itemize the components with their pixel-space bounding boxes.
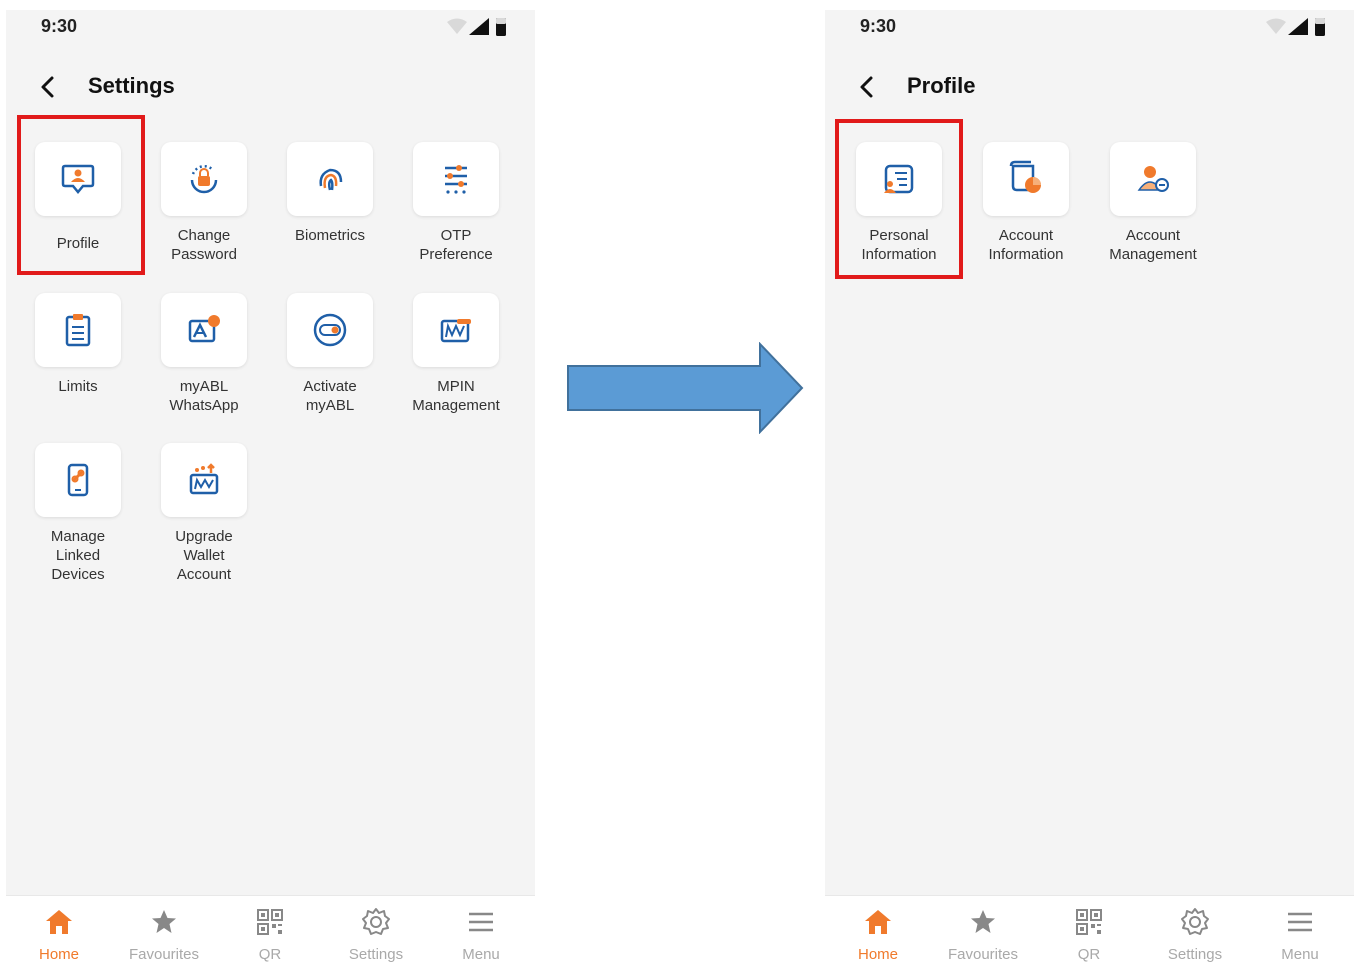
tile-label: OTP Preference [419,227,493,263]
tile-label: Profile [56,235,100,252]
profile-badge-icon [35,142,121,216]
status-time: 9:30 [860,16,897,36]
page-title: Settings [88,73,175,98]
nav-label: Home [857,946,898,963]
tile-label: Manage Linked Devices [50,528,106,583]
star-icon [971,910,995,933]
settings-screen: 9:30 Settings Profile Change Password Bi… [6,10,535,971]
qr-icon [257,909,283,935]
whatsapp-card-icon [161,293,247,367]
tile-upgrade-wallet-account[interactable]: Upgrade Wallet Account [149,443,259,584]
tile-limits[interactable]: Limits [23,293,133,396]
gear-icon [1181,908,1209,935]
toggle-icon [287,293,373,367]
tile-manage-linked-devices[interactable]: Manage Linked Devices [23,443,133,584]
nav-label: Settings [348,946,404,963]
screen-header: Profile [825,68,1354,108]
tile-label: Activate myABL [303,378,357,414]
signal-battery-icon [1264,16,1326,38]
tile-mpin-management[interactable]: MPIN Management [401,293,511,415]
tile-account-management[interactable]: Account Management [1098,142,1208,264]
nav-settings[interactable]: Settings [326,906,426,963]
nav-label: QR [1077,946,1101,963]
star-icon [152,910,176,933]
tile-label: Change Password [171,227,237,263]
user-manage-icon [1110,142,1196,216]
nav-favourites[interactable]: Favourites [114,906,214,963]
back-arrow-icon[interactable] [853,72,883,102]
hamburger-icon [1288,912,1312,932]
tile-profile[interactable]: Profile [23,142,133,253]
mpin-card-icon [413,293,499,367]
tile-label: Account Management [1109,227,1197,263]
tile-account-information[interactable]: Account Information [971,142,1081,264]
nav-favourites[interactable]: Favourites [933,906,1033,963]
linked-device-icon [35,443,121,517]
account-pie-icon [983,142,1069,216]
nav-label: Home [38,946,79,963]
signal-battery-icon [445,16,507,38]
nav-menu[interactable]: Menu [1250,906,1350,963]
hamburger-icon [469,912,493,932]
nav-label: Favourites [128,946,200,963]
bottom-nav: Home Favourites QR Settings Menu [825,895,1354,971]
tile-label: myABL WhatsApp [169,378,239,414]
nav-label: QR [258,946,282,963]
nav-home[interactable]: Home [9,906,109,963]
home-icon [865,910,891,934]
nav-menu[interactable]: Menu [431,906,531,963]
status-time: 9:30 [41,16,78,36]
fingerprint-icon [287,142,373,216]
screen-header: Settings [6,68,535,108]
tile-activate-myabl[interactable]: Activate myABL [275,293,385,415]
nav-label: Menu [462,946,500,963]
nav-qr[interactable]: QR [1039,906,1139,963]
wallet-upgrade-icon [161,443,247,517]
nav-label: Menu [1281,946,1319,963]
nav-home[interactable]: Home [828,906,928,963]
tile-label: MPIN Management [412,378,500,414]
status-bar: 9:30 [825,10,1354,42]
tile-myabl-whatsapp[interactable]: myABL WhatsApp [149,293,259,415]
tile-personal-information[interactable]: Personal Information [844,142,954,264]
lock-rotate-icon [161,142,247,216]
id-card-icon [856,142,942,216]
tile-otp-preference[interactable]: OTP Preference [401,142,511,264]
status-bar: 9:30 [6,10,535,42]
nav-label: Favourites [947,946,1019,963]
clipboard-icon [35,293,121,367]
sliders-icon [413,142,499,216]
nav-settings[interactable]: Settings [1145,906,1245,963]
tile-label: Limits [58,378,98,395]
qr-icon [1076,909,1102,935]
flow-arrow-icon [567,342,804,434]
gear-icon [362,908,390,935]
bottom-nav: Home Favourites QR Settings Menu [6,895,535,971]
back-arrow-icon[interactable] [34,72,64,102]
tile-change-password[interactable]: Change Password [149,142,259,264]
tile-label: Biometrics [294,227,365,244]
tile-biometrics[interactable]: Biometrics [275,142,385,245]
nav-qr[interactable]: QR [220,906,320,963]
profile-screen: 9:30 Profile Personal Information Accoun… [825,10,1354,971]
page-title: Profile [907,73,976,98]
home-icon [46,910,72,934]
tile-label: Personal Information [861,227,937,263]
tile-label: Account Information [988,227,1064,263]
tile-label: Upgrade Wallet Account [175,528,233,583]
nav-label: Settings [1167,946,1223,963]
